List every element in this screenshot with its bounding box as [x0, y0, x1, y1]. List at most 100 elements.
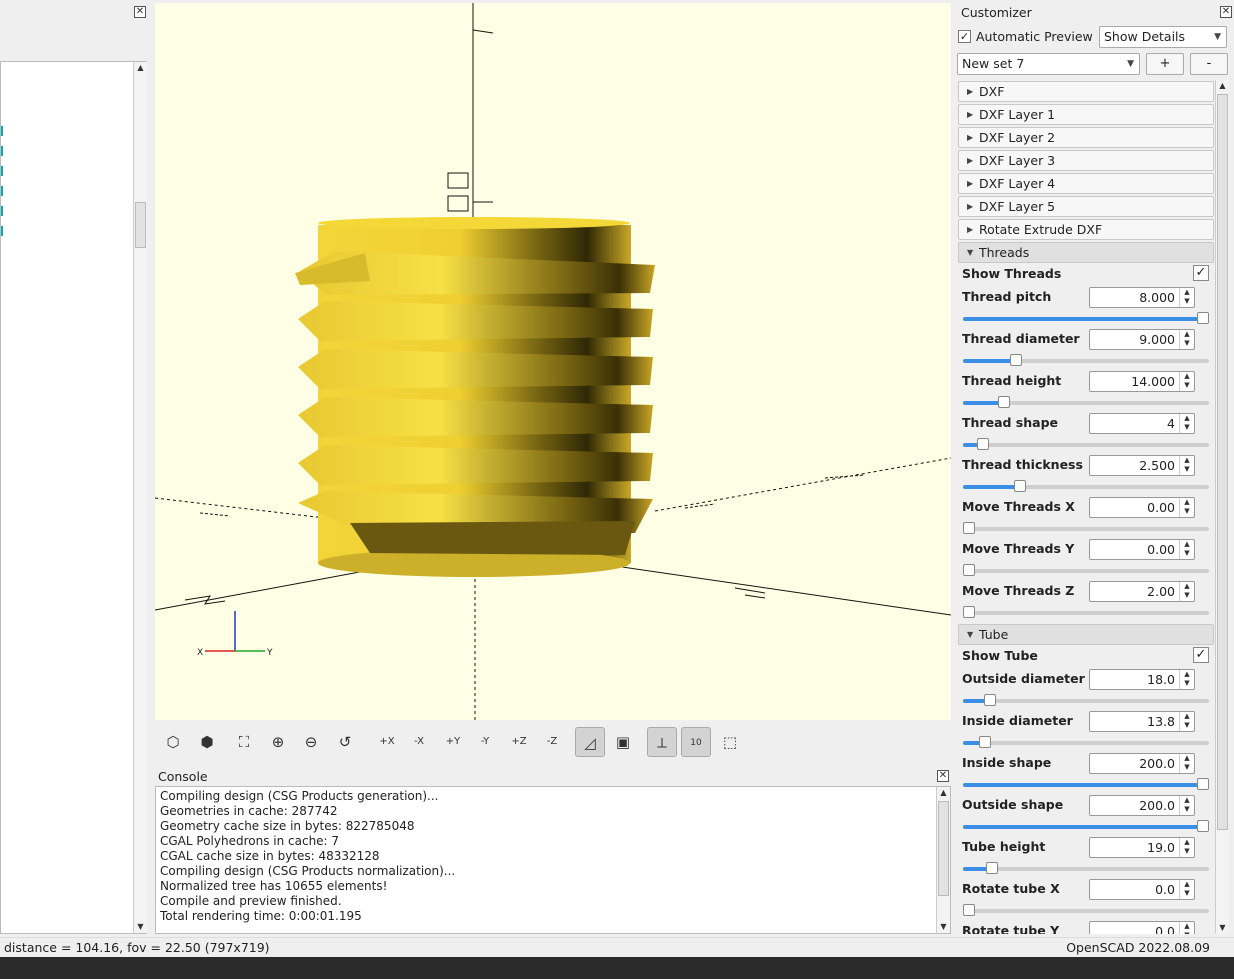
spin-arrows-icon[interactable]: ▲▼ [1179, 330, 1194, 349]
param-spinbox[interactable]: 0.00 ▲ ▼ [1089, 497, 1195, 518]
param-spinbox[interactable]: 8.000 ▲ ▼ [1089, 287, 1195, 308]
console-scrollbar[interactable]: ▲ ▼ [936, 787, 950, 933]
scroll-thumb[interactable] [1217, 94, 1228, 830]
close-console-icon[interactable]: ✕ [937, 770, 949, 782]
spin-arrows-icon[interactable]: ▲▼ [1179, 670, 1194, 689]
group-header[interactable]: ▶ DXF Layer 5 [958, 196, 1214, 217]
spin-arrows-icon[interactable]: ▲▼ [1179, 712, 1194, 731]
zoom-in-icon[interactable]: ⊕ [263, 727, 293, 757]
view-top-icon[interactable]: +Z [504, 727, 534, 757]
view-back-icon[interactable]: +Y [438, 727, 468, 757]
slider-handle[interactable] [1197, 312, 1209, 324]
show-edges-icon[interactable]: ⬚ [715, 727, 745, 757]
param-slider[interactable] [963, 354, 1209, 366]
close-customizer-icon[interactable]: ✕ [1220, 6, 1232, 18]
zoom-out-icon[interactable]: ⊖ [296, 727, 326, 757]
preset-select[interactable]: New set 7 ▼ [957, 53, 1140, 75]
group-header[interactable]: ▶ DXF Layer 1 [958, 104, 1214, 125]
group-header[interactable]: ▶ DXF [958, 81, 1214, 102]
view-right-icon[interactable]: +X [372, 727, 402, 757]
slider-handle[interactable] [963, 606, 975, 618]
param-spinbox[interactable]: 19.0 ▲ ▼ [1089, 837, 1195, 858]
scroll-down-icon[interactable]: ▼ [134, 921, 147, 933]
render-icon[interactable]: ⬢ [192, 727, 222, 757]
param-spinbox[interactable]: 13.8 ▲ ▼ [1089, 711, 1195, 732]
spin-arrows-icon[interactable]: ▲▼ [1179, 372, 1194, 391]
spin-arrows-icon[interactable]: ▲▼ [1179, 582, 1194, 601]
spin-arrows-icon[interactable]: ▲▼ [1179, 540, 1194, 559]
console-output[interactable]: Compiling design (CSG Products generatio… [155, 786, 951, 934]
param-slider[interactable] [963, 522, 1209, 534]
show-axes-icon[interactable]: ⟂ [647, 727, 677, 757]
spin-arrows-icon[interactable]: ▲▼ [1179, 288, 1194, 307]
scroll-down-icon[interactable]: ▼ [937, 921, 950, 933]
param-spinbox[interactable]: 14.000 ▲ ▼ [1089, 371, 1195, 392]
param-spinbox[interactable]: 0.00 ▲ ▼ [1089, 539, 1195, 560]
param-slider[interactable] [963, 862, 1209, 874]
details-mode-select[interactable]: Show Details ▼ [1099, 26, 1227, 48]
editor-scrollbar[interactable]: ▲ ▼ [133, 62, 147, 933]
slider-handle[interactable] [963, 522, 975, 534]
scroll-up-icon[interactable]: ▲ [1216, 80, 1229, 92]
spin-arrows-icon[interactable]: ▲▼ [1179, 456, 1194, 475]
param-spinbox[interactable]: 4 ▲ ▼ [1089, 413, 1195, 434]
param-spinbox[interactable]: 2.00 ▲ ▼ [1089, 581, 1195, 602]
group-header-tube[interactable]: ▼ Tube [958, 624, 1214, 645]
view-bottom-icon[interactable]: -Z [537, 727, 567, 757]
slider-handle[interactable] [977, 438, 989, 450]
param-slider[interactable] [963, 606, 1209, 618]
slider-handle[interactable] [1014, 480, 1026, 492]
scroll-thumb[interactable] [135, 202, 146, 248]
preview-icon[interactable]: ⬡ [158, 727, 188, 757]
show-threads-checkbox[interactable]: ✓ [1193, 265, 1209, 281]
orthogonal-icon[interactable]: ▣ [608, 727, 638, 757]
scroll-up-icon[interactable]: ▲ [134, 62, 147, 74]
param-spinbox[interactable]: 2.500 ▲ ▼ [1089, 455, 1195, 476]
spin-arrows-icon[interactable]: ▲▼ [1179, 838, 1194, 857]
add-preset-button[interactable]: + [1146, 53, 1184, 75]
slider-handle[interactable] [1197, 778, 1209, 790]
param-spinbox[interactable]: 0.0 ▲▼ [1089, 879, 1195, 900]
params-scrollbar[interactable]: ▲ ▼ [1215, 80, 1229, 934]
param-spinbox[interactable]: 0.0 ▲▼ [1089, 921, 1195, 934]
group-header[interactable]: ▶ DXF Layer 4 [958, 173, 1214, 194]
show-tube-checkbox[interactable]: ✓ [1193, 647, 1209, 663]
scroll-up-icon[interactable]: ▲ [937, 787, 950, 799]
view-all-icon[interactable]: ⛶ [229, 727, 259, 757]
group-header-threads[interactable]: ▼ Threads [958, 242, 1214, 263]
close-editor-icon[interactable]: ✕ [134, 6, 146, 18]
group-header[interactable]: ▶ DXF Layer 2 [958, 127, 1214, 148]
spin-arrows-icon[interactable]: ▲▼ [1179, 796, 1194, 815]
param-slider[interactable] [963, 694, 1209, 706]
slider-handle[interactable] [1197, 820, 1209, 832]
group-header[interactable]: ▶ Rotate Extrude DXF [958, 219, 1214, 240]
param-spinbox[interactable]: 200.0 ▲ ▼ [1089, 753, 1195, 774]
spin-arrows-icon[interactable]: ▲▼ [1179, 754, 1194, 773]
param-slider[interactable] [963, 438, 1209, 450]
view-left-icon[interactable]: -X [404, 727, 434, 757]
param-slider[interactable] [963, 736, 1209, 748]
slider-handle[interactable] [979, 736, 991, 748]
param-spinbox[interactable]: 200.0 ▲ ▼ [1089, 795, 1195, 816]
view-front-icon[interactable]: -Y [470, 727, 500, 757]
scroll-down-icon[interactable]: ▼ [1216, 922, 1229, 934]
reset-view-icon[interactable]: ↺ [330, 727, 360, 757]
3d-viewport[interactable]: X Y [155, 3, 951, 720]
slider-handle[interactable] [984, 694, 996, 706]
slider-handle[interactable] [986, 862, 998, 874]
slider-handle[interactable] [963, 564, 975, 576]
scroll-thumb[interactable] [938, 801, 949, 896]
perspective-icon[interactable]: ◿ [575, 727, 605, 757]
param-slider[interactable] [963, 564, 1209, 576]
param-slider[interactable] [963, 778, 1209, 790]
auto-preview-checkbox[interactable]: ✓ [958, 30, 971, 43]
param-slider[interactable] [963, 312, 1209, 324]
show-scale-icon[interactable]: 10 [681, 727, 711, 757]
spin-arrows-icon[interactable]: ▲▼ [1179, 414, 1194, 433]
param-slider[interactable] [963, 480, 1209, 492]
param-slider[interactable] [963, 820, 1209, 832]
spin-arrows-icon[interactable]: ▲▼ [1179, 922, 1194, 934]
remove-preset-button[interactable]: - [1190, 53, 1228, 75]
param-spinbox[interactable]: 18.0 ▲ ▼ [1089, 669, 1195, 690]
spin-arrows-icon[interactable]: ▲▼ [1179, 498, 1194, 517]
